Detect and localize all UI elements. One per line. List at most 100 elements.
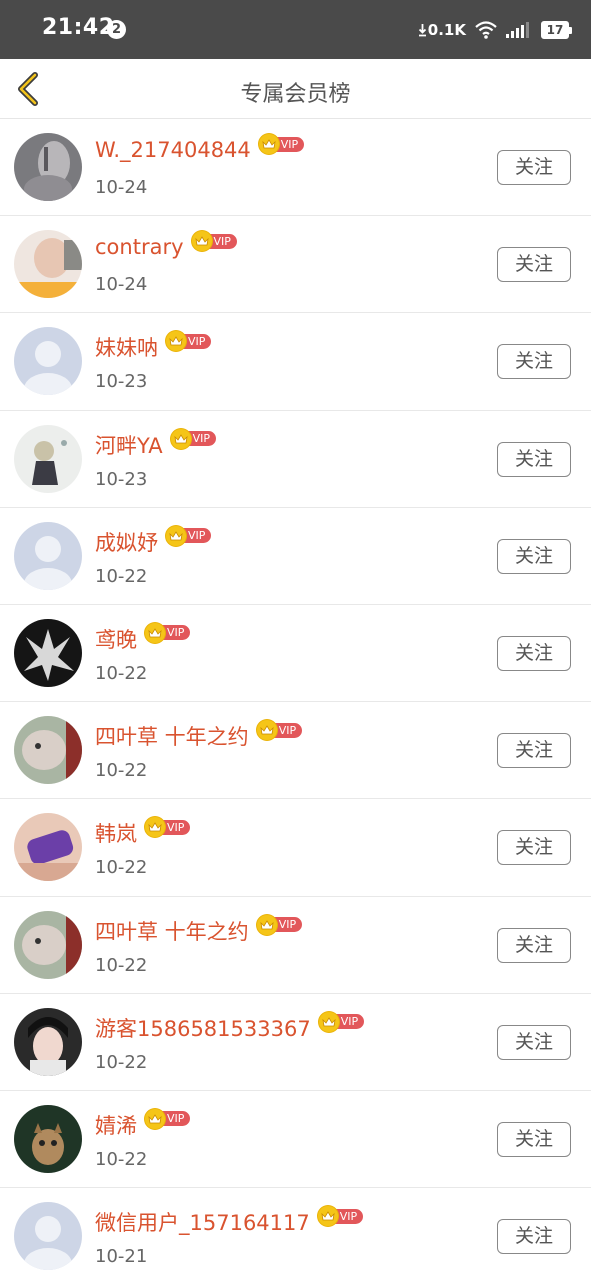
follow-button[interactable]: 关注 [497, 344, 571, 380]
member-name[interactable]: 四叶草 十年之约 [95, 916, 249, 946]
crown-icon [145, 1108, 165, 1129]
member-name-line: 婧浠 VIP [95, 1108, 191, 1140]
vip-badge: VIP [145, 817, 191, 838]
member-name[interactable]: 韩岚 [95, 818, 137, 848]
follow-button[interactable]: 关注 [497, 1024, 571, 1060]
follow-button[interactable]: 关注 [497, 733, 571, 769]
member-name-line: W._217404844 VIP [95, 134, 305, 162]
vip-badge: VIP [191, 231, 237, 252]
list-item[interactable]: W._217404844 VIP 10-24 关注 [0, 119, 591, 217]
net-speed-value: 0.1K [427, 21, 466, 39]
status-icons: 0.1K 17 [418, 18, 572, 42]
avatar[interactable] [14, 1007, 82, 1076]
list-item[interactable]: 四叶草 十年之约 VIP 10-22 关注 [0, 897, 591, 994]
list-item[interactable]: 四叶草 十年之约 VIP 10-22 关注 [0, 702, 591, 800]
list-item[interactable]: 成姒妤 VIP 10-22 关注 [0, 508, 591, 605]
follow-button[interactable]: 关注 [497, 1121, 571, 1157]
crown-icon [191, 231, 212, 252]
member-name[interactable]: 婧浠 [95, 1110, 137, 1140]
member-name[interactable]: 四叶草 十年之约 [95, 721, 249, 751]
list-item[interactable]: 韩岚 VIP 10-22 关注 [0, 799, 591, 897]
member-name-line: 四叶草 十年之约 VIP [95, 914, 303, 946]
member-date: 10-22 [95, 1148, 148, 1170]
member-name-line: 妹妹呐 VIP [95, 331, 212, 362]
list-item[interactable]: 鸢晚 VIP 10-22 关注 [0, 605, 591, 703]
member-date: 10-23 [95, 371, 148, 393]
signal-icon [506, 22, 529, 38]
follow-button[interactable]: 关注 [497, 538, 571, 574]
vip-badge: VIP [145, 1108, 191, 1129]
crown-icon [166, 525, 186, 546]
member-date: 10-23 [95, 468, 148, 490]
avatar[interactable] [14, 716, 82, 785]
list-item[interactable]: 微信用户_157164117 VIP 10-21 关注 [0, 1188, 591, 1280]
member-name[interactable]: 成姒妤 [95, 527, 158, 557]
member-date: 10-22 [95, 565, 148, 587]
avatar[interactable] [14, 133, 82, 201]
avatar[interactable] [14, 424, 82, 493]
crown-icon [145, 622, 165, 643]
nav-bar: 专属会员榜 [0, 59, 591, 119]
member-date: 10-22 [95, 760, 148, 782]
vip-badge: VIP [317, 1206, 364, 1227]
member-name-line: 微信用户_157164117 VIP [95, 1206, 364, 1237]
member-name-line: 鸢晚 VIP [95, 622, 191, 654]
member-date: 10-22 [95, 857, 148, 879]
follow-button[interactable]: 关注 [497, 635, 571, 671]
follow-button[interactable]: 关注 [497, 927, 571, 963]
avatar[interactable] [14, 1104, 82, 1173]
avatar[interactable] [14, 910, 82, 979]
list-item[interactable]: 婧浠 VIP 10-22 关注 [0, 1091, 591, 1189]
member-name[interactable]: 妹妹呐 [95, 332, 158, 362]
member-date: 10-22 [95, 662, 148, 684]
member-name-line: 韩岚 VIP [95, 817, 191, 848]
list-item[interactable]: 妹妹呐 VIP 10-23 关注 [0, 313, 591, 411]
status-bar: 21:42 2 0.1K 17 [0, 0, 591, 59]
download-arrow-icon [418, 24, 426, 37]
net-speed: 0.1K [418, 21, 466, 39]
default-avatar[interactable] [14, 327, 82, 396]
crown-icon [318, 1011, 339, 1032]
member-name[interactable]: 鸢晚 [95, 624, 137, 654]
follow-button[interactable]: 关注 [497, 441, 571, 477]
member-name[interactable]: 微信用户_157164117 [95, 1207, 310, 1237]
default-avatar[interactable] [14, 521, 82, 590]
wifi-icon [475, 21, 497, 39]
avatar[interactable] [14, 813, 82, 882]
battery-icon: 17 [541, 21, 572, 39]
avatar[interactable] [14, 618, 82, 687]
default-avatar[interactable] [14, 1202, 82, 1271]
notification-count-badge: 2 [107, 20, 126, 39]
crown-icon [170, 428, 191, 449]
member-date: 10-24 [95, 177, 148, 198]
member-name[interactable]: W._217404844 [95, 138, 251, 162]
member-name-line: 河畔YA VIP [95, 428, 216, 460]
follow-button[interactable]: 关注 [497, 150, 571, 185]
member-date: 10-22 [95, 954, 148, 976]
list-item[interactable]: 游客1586581533367 VIP 10-22 关注 [0, 994, 591, 1091]
member-name-line: 成姒妤 VIP [95, 525, 212, 557]
vip-badge: VIP [166, 331, 212, 352]
crown-icon [256, 914, 277, 935]
crown-icon [317, 1206, 338, 1227]
vip-badge: VIP [145, 622, 191, 643]
member-date: 10-21 [95, 1246, 148, 1268]
member-name[interactable]: 游客1586581533367 [95, 1013, 311, 1043]
crown-icon [256, 720, 277, 741]
crown-icon [258, 134, 279, 154]
follow-button[interactable]: 关注 [497, 247, 571, 283]
member-name-line: contrary VIP [95, 231, 237, 259]
list-item[interactable]: 河畔YA VIP 10-23 关注 [0, 411, 591, 508]
list-item[interactable]: contrary VIP 10-24 关注 [0, 216, 591, 314]
member-date: 10-24 [95, 274, 148, 296]
follow-button[interactable]: 关注 [497, 1219, 571, 1255]
member-date: 10-22 [95, 1051, 148, 1073]
avatar[interactable] [14, 230, 82, 299]
member-list: W._217404844 VIP 10-24 关注 contrary VIP 1… [0, 119, 591, 1280]
vip-badge: VIP [258, 134, 305, 154]
status-time: 21:42 [42, 15, 115, 40]
member-name[interactable]: contrary [95, 235, 184, 259]
member-name[interactable]: 河畔YA [95, 430, 163, 460]
vip-badge: VIP [166, 525, 212, 546]
follow-button[interactable]: 关注 [497, 830, 571, 866]
